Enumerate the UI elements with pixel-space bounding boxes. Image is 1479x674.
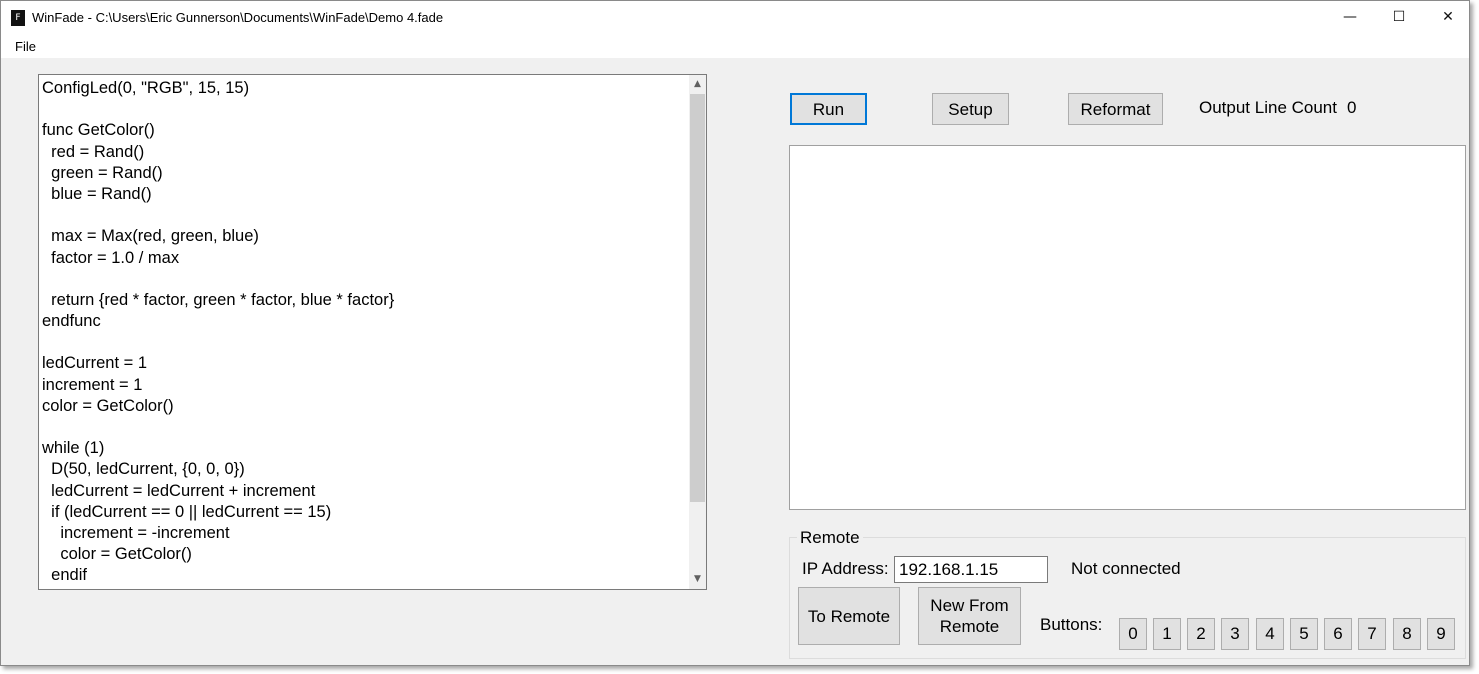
reformat-button[interactable]: Reformat	[1068, 93, 1163, 125]
scroll-up-icon[interactable]: ▲	[689, 76, 706, 93]
ip-address-label: IP Address:	[802, 559, 889, 578]
code-line: red = Rand()	[42, 142, 145, 161]
new-from-remote-button[interactable]: New From Remote	[918, 587, 1021, 645]
output-line-count-label: Output Line Count	[1199, 98, 1337, 117]
menu-bar: File	[1, 34, 1469, 58]
code-line: green = Rand()	[42, 163, 163, 182]
code-lines: ConfigLed(0, "RGB", 15, 15) func GetColor…	[42, 78, 394, 587]
new-from-remote-label-line1: New From	[930, 596, 1009, 615]
code-line: ledCurrent = ledCurrent + increment	[42, 481, 316, 500]
remote-button-3[interactable]: 3	[1221, 618, 1249, 650]
setup-button[interactable]: Setup	[932, 93, 1009, 125]
close-button[interactable]: ✕	[1425, 1, 1469, 34]
minimize-icon: —	[1343, 9, 1357, 25]
remote-button-4[interactable]: 4	[1256, 618, 1284, 650]
code-line: endif	[42, 566, 87, 585]
to-remote-label: To Remote	[807, 606, 891, 626]
buttons-label: Buttons:	[1040, 615, 1103, 634]
maximize-button[interactable]: ☐	[1376, 1, 1422, 34]
code-line: ConfigLed(0, "RGB", 15, 15)	[42, 79, 250, 97]
new-from-remote-label-line2: Remote	[939, 617, 1000, 636]
minimize-button[interactable]: —	[1327, 1, 1373, 34]
code-line: if (ledCurrent == 0 || ledCurrent == 15)	[42, 502, 332, 521]
maximize-icon: ☐	[1392, 9, 1406, 25]
code-line: return {red * factor, green * factor, bl…	[42, 290, 395, 309]
connection-status: Not connected	[1071, 559, 1181, 578]
menu-file[interactable]: File	[9, 38, 42, 55]
run-button[interactable]: Run	[790, 93, 867, 125]
code-line: color = GetColor()	[42, 396, 174, 415]
code-line: endfunc	[42, 312, 101, 331]
remote-button-0[interactable]: 0	[1119, 618, 1147, 650]
app-window: F WinFade - C:\Users\Eric Gunnerson\Docu…	[0, 0, 1470, 666]
to-remote-button[interactable]: To Remote	[798, 587, 900, 645]
window-title: WinFade - C:\Users\Eric Gunnerson\Docume…	[32, 10, 444, 25]
editor-scrollbar[interactable]: ▲ ▼	[689, 75, 706, 589]
output-textbox[interactable]	[789, 145, 1466, 510]
scroll-down-icon[interactable]: ▼	[689, 571, 706, 588]
code-line: ledCurrent = 1	[42, 354, 148, 373]
remote-button-7[interactable]: 7	[1358, 618, 1386, 650]
output-line-count-value: 0	[1347, 98, 1357, 117]
code-line: color = GetColor()	[42, 545, 192, 564]
code-line: max = Max(red, green, blue)	[42, 227, 259, 246]
remote-button-1[interactable]: 1	[1153, 618, 1181, 650]
remote-button-9[interactable]: 9	[1427, 618, 1455, 650]
title-bar: F WinFade - C:\Users\Eric Gunnerson\Docu…	[1, 1, 1469, 34]
code-line: factor = 1.0 / max	[42, 248, 180, 267]
code-line: increment = -increment	[42, 523, 230, 542]
code-line: D(50, ledCurrent, {0, 0, 0})	[42, 460, 245, 479]
remote-group-title: Remote	[797, 528, 863, 548]
code-line: increment = 1	[42, 375, 143, 394]
scroll-thumb[interactable]	[690, 94, 705, 502]
remote-button-8[interactable]: 8	[1393, 618, 1421, 650]
remote-button-5[interactable]: 5	[1290, 618, 1318, 650]
close-icon: ✕	[1442, 9, 1454, 25]
remote-button-6[interactable]: 6	[1324, 618, 1352, 650]
ip-address-input[interactable]	[894, 556, 1048, 583]
app-icon: F	[11, 10, 25, 26]
code-line: while (1)	[42, 439, 105, 458]
remote-button-2[interactable]: 2	[1187, 618, 1215, 650]
code-line: func GetColor()	[42, 121, 155, 140]
code-line: blue = Rand()	[42, 184, 152, 203]
code-editor[interactable]: ConfigLed(0, "RGB", 15, 15) func GetColor…	[38, 74, 707, 590]
